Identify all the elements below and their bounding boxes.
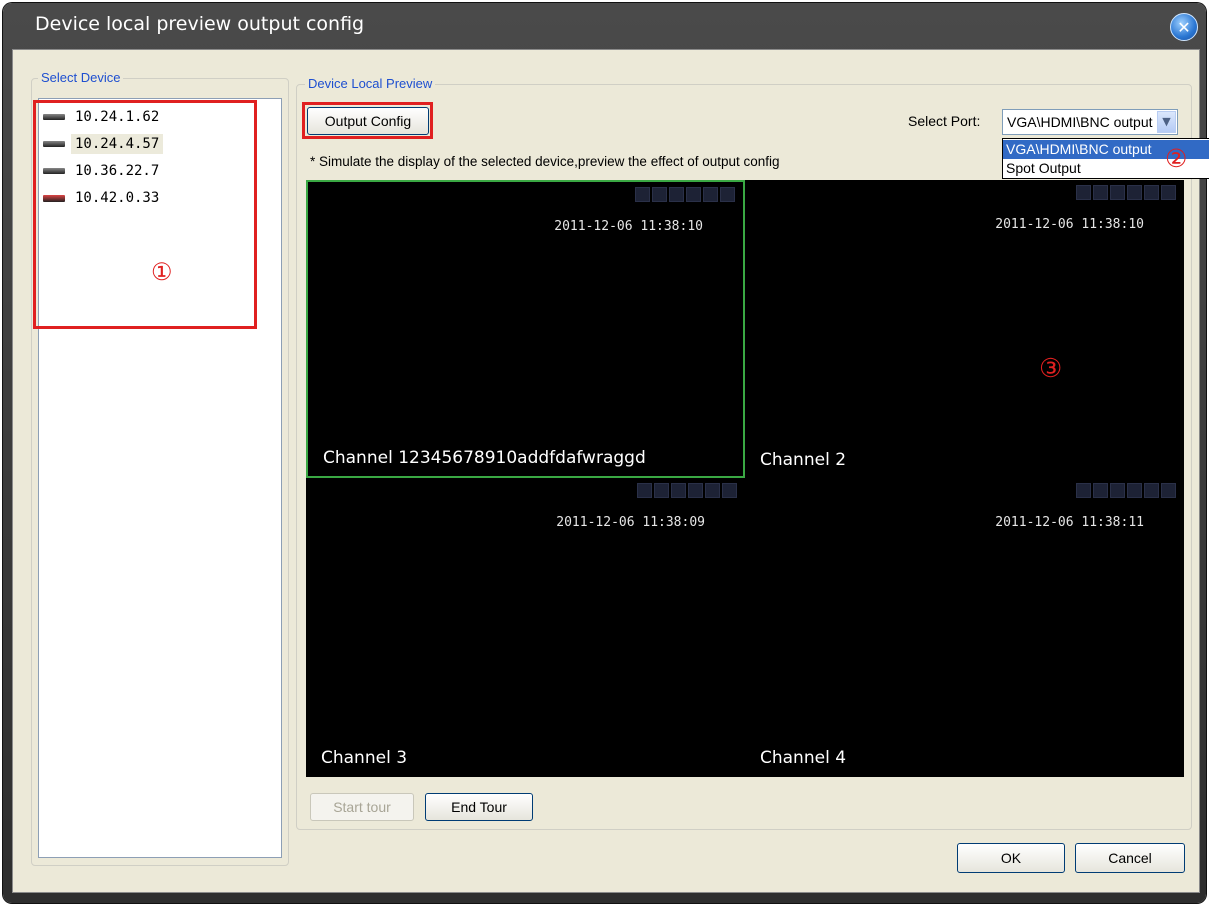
toolbar-icon [652, 187, 667, 202]
channel-toolbar [1076, 483, 1176, 498]
toolbar-icon [635, 187, 650, 202]
annotation-marker-2: ② [1165, 144, 1188, 173]
select-port-label: Select Port: [908, 113, 981, 129]
dvr-icon-alert [43, 194, 65, 202]
channel-name: Channel 3 [321, 748, 408, 768]
title-bar[interactable]: Device local preview output config ✕ [3, 3, 1206, 49]
toolbar-icon [1144, 483, 1159, 498]
device-local-preview-label: Device Local Preview [305, 76, 436, 91]
dialog-window: Device local preview output config ✕ Sel… [3, 3, 1209, 903]
device-ip: 10.24.1.62 [75, 109, 160, 125]
port-select[interactable]: VGA\HDMI\BNC output ▼ [1002, 109, 1178, 135]
channel-timestamp: 2011-12-06 11:38:10 [995, 217, 1144, 232]
toolbar-icon [669, 187, 684, 202]
dvr-icon [43, 114, 65, 120]
ok-button[interactable]: OK [957, 843, 1065, 873]
annotation-marker-1: ① [151, 258, 173, 286]
device-item[interactable]: 10.36.22.7 [43, 159, 163, 183]
channel-toolbar [1076, 185, 1176, 200]
close-icon[interactable]: ✕ [1170, 13, 1198, 41]
device-item[interactable]: 10.24.1.62 [43, 105, 163, 129]
toolbar-icon [637, 483, 652, 498]
preview-area[interactable]: 2011-12-06 11:38:10 Channel 12345678910a… [306, 180, 1184, 777]
toolbar-icon [1110, 483, 1125, 498]
channel-tile[interactable]: 2011-12-06 11:38:09 Channel 3 [306, 478, 745, 776]
toolbar-icon [1127, 185, 1142, 200]
channel-toolbar [635, 187, 735, 202]
toolbar-icon [1076, 185, 1091, 200]
toolbar-icon [1076, 483, 1091, 498]
port-select-value: VGA\HDMI\BNC output [1007, 114, 1153, 130]
dialog-client-area: Select Device 10.24.1.62 10.24.4.57 10.3… [12, 49, 1209, 893]
device-item[interactable]: 10.24.4.57 [43, 132, 164, 156]
device-item[interactable]: 10.42.0.33 [43, 186, 163, 210]
toolbar-icon [1093, 483, 1108, 498]
toolbar-icon [1127, 483, 1142, 498]
window-title: Device local preview output config [35, 13, 365, 35]
toolbar-icon [722, 483, 737, 498]
toolbar-icon [688, 483, 703, 498]
toolbar-icon [1161, 185, 1176, 200]
dvr-icon [43, 141, 65, 147]
channel-timestamp: 2011-12-06 11:38:11 [995, 515, 1144, 530]
toolbar-icon [671, 483, 686, 498]
end-tour-button[interactable]: End Tour [425, 793, 533, 821]
channel-name: Channel 12345678910addfdafwraggd [323, 448, 646, 468]
chevron-down-icon[interactable]: ▼ [1157, 111, 1176, 133]
device-ip: 10.42.0.33 [75, 190, 160, 206]
cancel-button[interactable]: Cancel [1075, 843, 1185, 873]
toolbar-icon [1093, 185, 1108, 200]
channel-name: Channel 2 [760, 450, 847, 470]
toolbar-icon [1110, 185, 1125, 200]
output-config-button[interactable]: Output Config [307, 107, 429, 135]
toolbar-icon [1144, 185, 1159, 200]
start-tour-button[interactable]: Start tour [310, 793, 414, 821]
channel-tile[interactable]: 2011-12-06 11:38:10 Channel 2 [745, 180, 1184, 478]
device-list[interactable]: 10.24.1.62 10.24.4.57 10.36.22.7 10.42.0… [38, 98, 282, 858]
toolbar-icon [703, 187, 718, 202]
toolbar-icon [705, 483, 720, 498]
channel-name: Channel 4 [760, 748, 847, 768]
channel-toolbar [637, 483, 737, 498]
toolbar-icon [720, 187, 735, 202]
toolbar-icon [1161, 483, 1176, 498]
channel-timestamp: 2011-12-06 11:38:09 [556, 515, 705, 530]
toolbar-icon [686, 187, 701, 202]
channel-tile[interactable]: 2011-12-06 11:38:10 Channel 12345678910a… [306, 180, 745, 478]
channel-timestamp: 2011-12-06 11:38:10 [554, 219, 703, 234]
channel-tile[interactable]: 2011-12-06 11:38:11 Channel 4 [745, 478, 1184, 776]
toolbar-icon [654, 483, 669, 498]
dvr-icon [43, 168, 65, 174]
preview-hint: * Simulate the display of the selected d… [310, 154, 780, 169]
device-ip: 10.24.4.57 [71, 134, 164, 154]
annotation-marker-3: ③ [1039, 354, 1063, 384]
select-device-label: Select Device [38, 70, 124, 85]
device-ip: 10.36.22.7 [75, 163, 160, 179]
